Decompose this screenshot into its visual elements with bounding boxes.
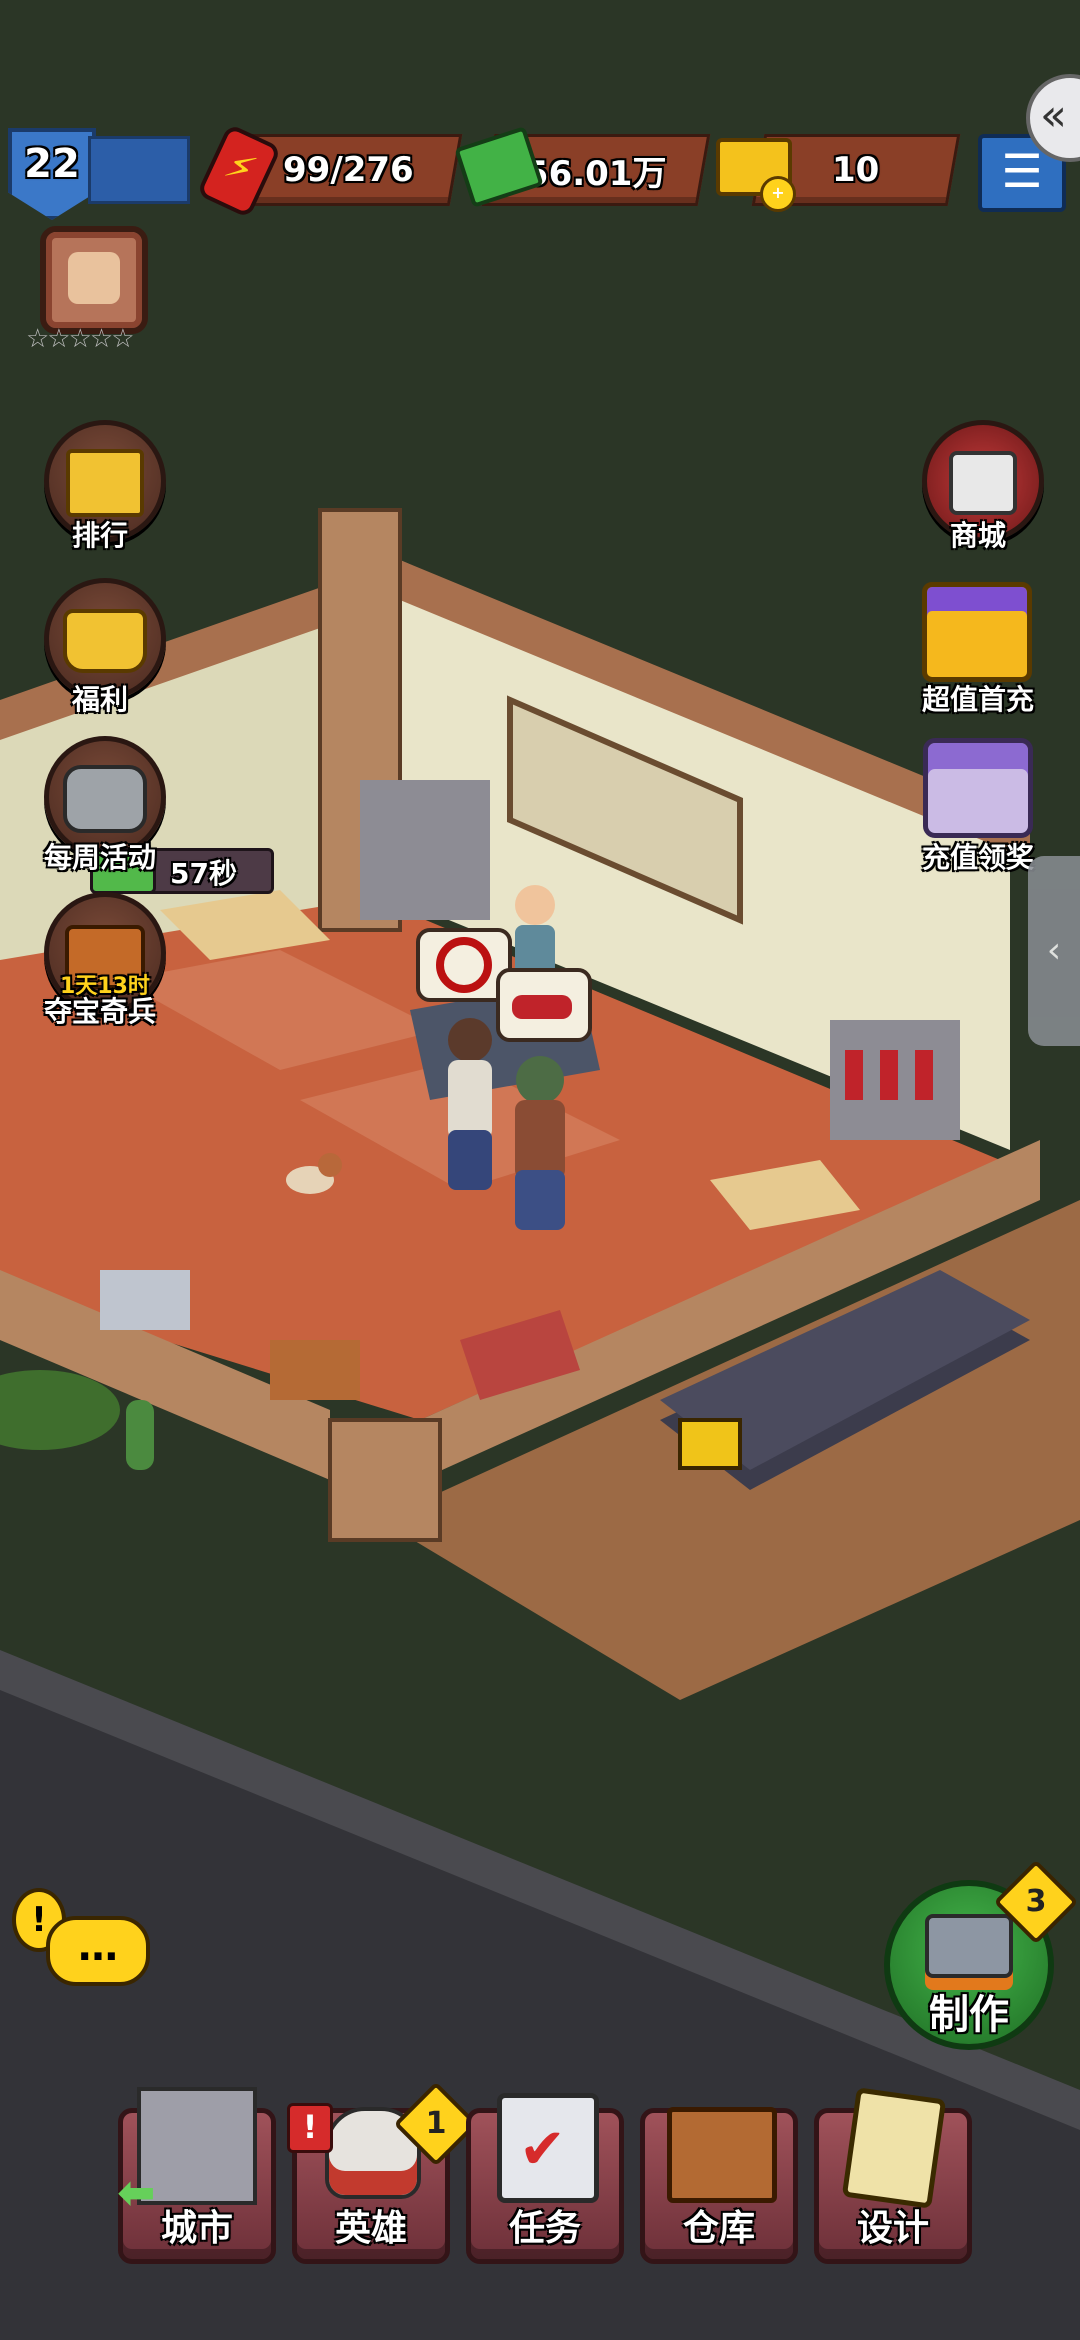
weekly-event-label: 每周活动 <box>43 841 156 874</box>
hero-alert-icon: ! <box>287 2103 333 2153</box>
nav-design-button[interactable]: 设计 <box>814 2087 972 2264</box>
first-recharge-button[interactable] <box>918 582 1036 686</box>
weekly-gauntlets-icon <box>63 765 147 833</box>
cactus <box>126 1400 154 1470</box>
welfare-label: 福利 <box>71 683 128 716</box>
nav-task-button[interactable]: ✔ 任务 <box>466 2093 624 2264</box>
rating-stars: ☆☆☆☆☆ <box>26 324 135 354</box>
xp-bar <box>88 136 190 204</box>
podium-trophy-icon <box>66 449 144 517</box>
side-panel-toggle[interactable]: ‹ <box>1028 856 1080 1046</box>
front-pillar <box>328 1418 442 1542</box>
hero-female <box>448 1018 492 1190</box>
chat-bubble-icon: … <box>46 1916 150 1986</box>
energy-value: 99/276 <box>282 150 414 190</box>
recharge-reward-button[interactable] <box>922 738 1034 842</box>
guild-emblem[interactable] <box>40 226 148 334</box>
gold-cart-icon <box>63 609 147 673</box>
nav-warehouse-button[interactable]: 仓库 <box>640 2107 798 2264</box>
anvil-hammer-icon <box>925 1914 1013 1978</box>
nav-design-label: 设计 <box>856 2208 929 2249</box>
chat-button[interactable]: ! … <box>12 1888 150 1998</box>
shopkeeper <box>515 885 555 975</box>
checkmark-icon: ✔ <box>519 2117 566 2182</box>
game-screen: 22 99/276 ⚡ 56.01万 10 + ☰ « ☆☆☆☆☆ 排行 福利 … <box>0 0 1080 2340</box>
chevron-left-icon: ‹ <box>1046 930 1062 971</box>
add-gold-icon[interactable]: + <box>760 176 796 212</box>
nav-task-label: 任务 <box>508 2208 581 2249</box>
crate-icon <box>667 2107 777 2203</box>
nav-warehouse-label: 仓库 <box>682 2208 755 2249</box>
nav-hero-label: 英雄 <box>334 2208 407 2249</box>
gift-box-icon <box>922 582 1032 682</box>
gold-value: 10 <box>832 150 880 190</box>
shop-label: 商城 <box>949 519 1006 552</box>
craft-label: 制作 <box>929 1992 1009 2038</box>
weekly-event-timer: 57秒 <box>170 857 237 890</box>
build-sign[interactable] <box>678 1418 742 1470</box>
metal-crate <box>100 1270 190 1330</box>
ranking-label: 排行 <box>71 519 128 552</box>
shop-cart-icon <box>949 451 1017 515</box>
hero-soldier <box>515 1056 565 1230</box>
cash-value: 56.01万 <box>525 153 667 194</box>
nav-city-button[interactable]: ⬅ 城市 <box>117 2087 276 2264</box>
treasure-hunt-label: 夺宝奇兵 <box>43 995 156 1028</box>
pipe-crate <box>270 1340 360 1400</box>
purple-chest-icon <box>923 738 1033 838</box>
monster-face-icon <box>68 252 120 304</box>
blueprint-scroll-icon <box>841 2087 947 2209</box>
storage-rack <box>360 780 490 920</box>
gold-bar-icon[interactable]: + <box>716 138 796 212</box>
nav-city-label: 城市 <box>160 2208 233 2249</box>
first-recharge-label: 超值首充 <box>921 683 1034 716</box>
player-level: 22 <box>24 141 80 187</box>
